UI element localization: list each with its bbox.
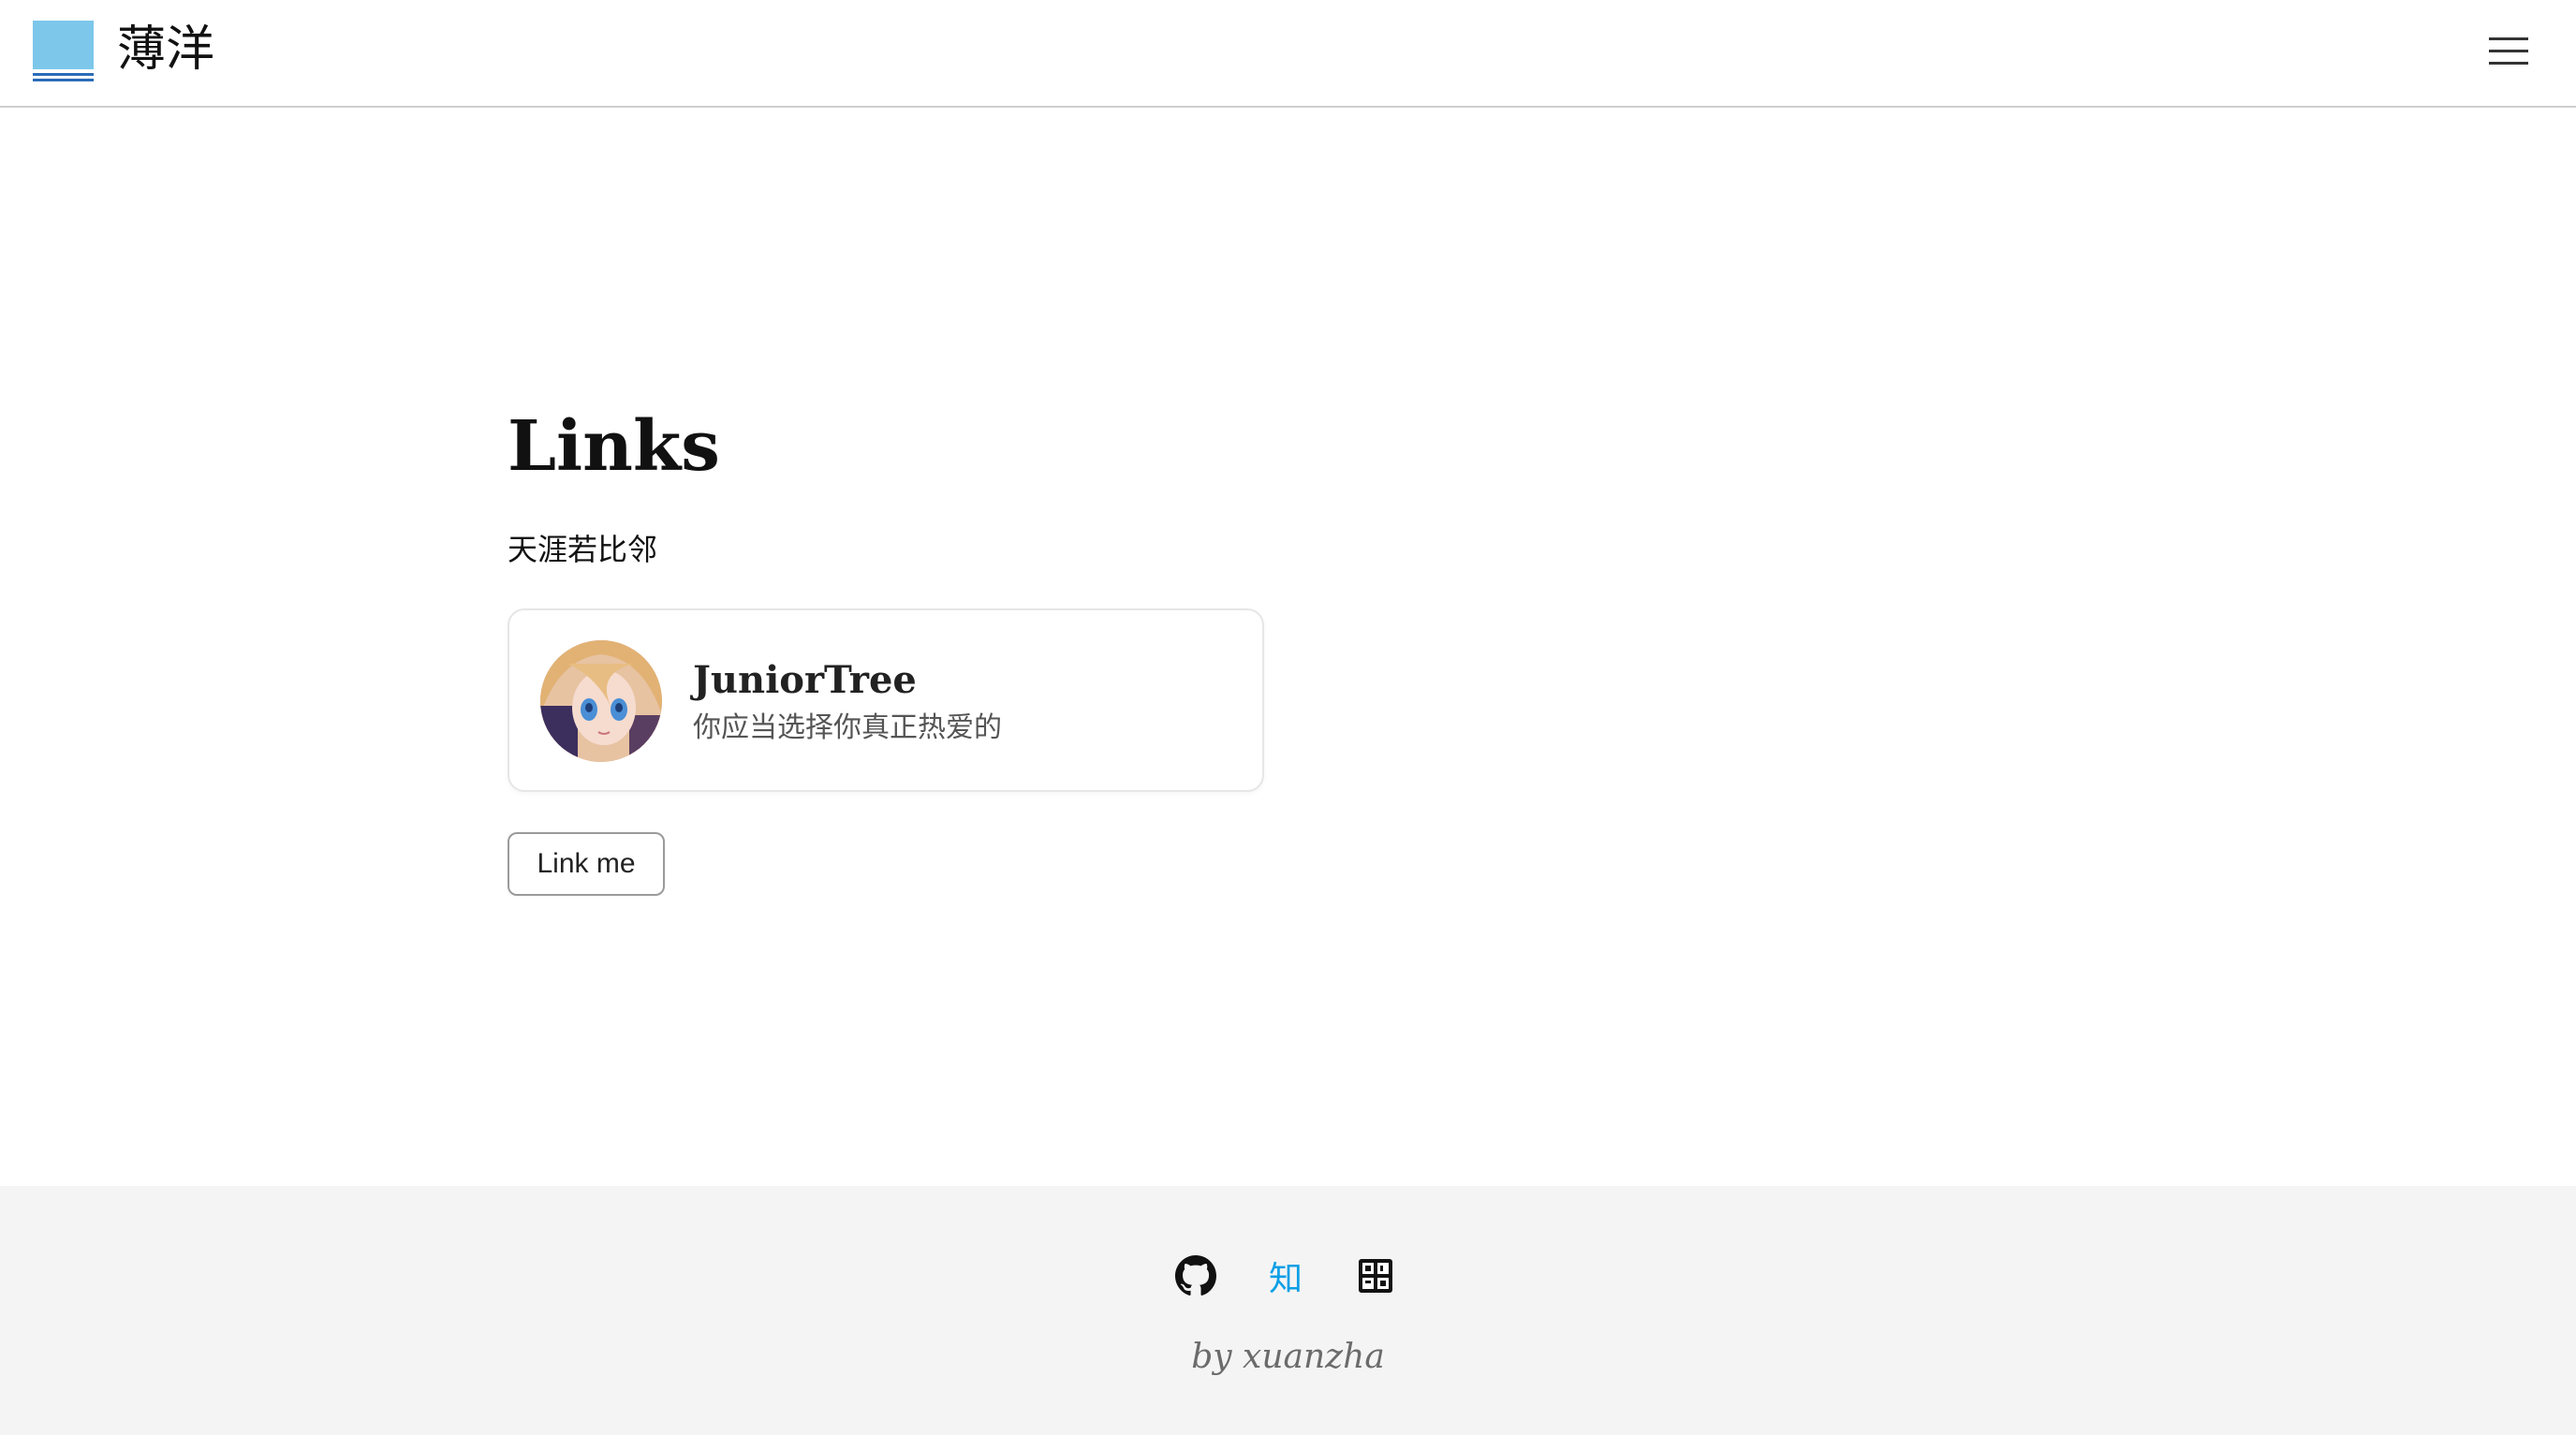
card-description: 你应当选择你真正热爱的	[693, 711, 1002, 744]
logo-line-1	[33, 73, 94, 76]
logo-line-2	[33, 79, 94, 81]
site-title[interactable]: 薄洋	[117, 17, 214, 82]
card-name[interactable]: JuniorTree	[693, 655, 917, 706]
zhihu-icon[interactable]: 知	[1263, 1253, 1308, 1298]
link-me-button[interactable]: Link me	[508, 832, 665, 896]
github-icon-svg	[1175, 1255, 1216, 1296]
page-title: Links	[508, 406, 720, 487]
menu-line	[2489, 50, 2528, 52]
page: 薄洋 Links 天涯若比邻 JuniorTree 你应当选择你真正热爱的 Li…	[0, 0, 2576, 1435]
top-bar: 薄洋	[0, 0, 2576, 108]
footer-credit: by xuanzha	[1191, 1338, 1385, 1376]
avatar[interactable]	[540, 640, 662, 762]
github-icon[interactable]	[1173, 1253, 1218, 1298]
footer: 知 by xuanzha	[0, 1186, 2576, 1435]
other-icon-svg	[1359, 1259, 1392, 1293]
logo-square	[33, 21, 94, 69]
menu-line	[2489, 62, 2528, 65]
hamburger-menu-icon[interactable]	[2489, 36, 2528, 67]
link-card[interactable]: JuniorTree 你应当选择你真正热爱的	[508, 608, 1264, 792]
logo-icon[interactable]	[33, 21, 94, 81]
avatar-image	[540, 640, 662, 762]
menu-line	[2489, 37, 2528, 40]
page-subtitle: 天涯若比邻	[508, 532, 658, 567]
other-icon[interactable]	[1353, 1253, 1398, 1298]
